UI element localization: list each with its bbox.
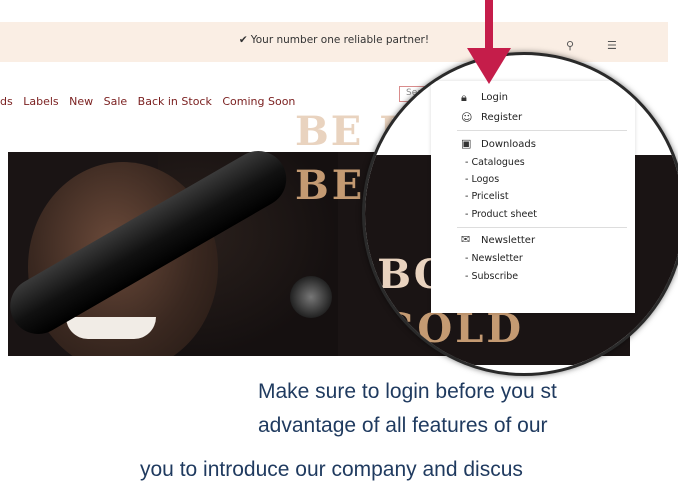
magnifier-lens: BE BO BE GOLD 🔒︎ Login ☺ Register ▣ Down… [362, 52, 678, 376]
hero-smile [66, 317, 156, 339]
main-nav: ds Labels New Sale Back in Stock Coming … [0, 95, 302, 108]
nav-item-labels[interactable]: Labels [23, 95, 58, 108]
magnifier-collar [290, 276, 332, 318]
downloads-catalogues[interactable]: - Catalogues [465, 157, 525, 168]
caption-line-3: you to introduce our company and discus [140, 458, 523, 481]
nav-item-ds[interactable]: ds [0, 95, 13, 108]
nav-item-sale[interactable]: Sale [104, 95, 128, 108]
downloads-link[interactable]: Downloads [481, 139, 536, 150]
pointer-arrow-head [467, 48, 511, 84]
downloads-pricelist[interactable]: - Pricelist [465, 191, 509, 202]
lock-icon: 🔒︎ [461, 91, 467, 104]
newsletter-link[interactable]: Newsletter [481, 235, 535, 246]
caption-line-2: advantage of all features of our [258, 414, 548, 437]
account-dropdown: 🔒︎ Login ☺ Register ▣ Downloads - Catalo… [431, 81, 635, 313]
register-link[interactable]: Register [481, 112, 522, 123]
divider [457, 130, 627, 131]
sliders-icon[interactable]: ☰ [607, 39, 617, 52]
downloads-logos[interactable]: - Logos [465, 174, 499, 185]
mail-icon: ✉ [461, 233, 471, 246]
divider [457, 227, 627, 228]
nav-item-new[interactable]: New [69, 95, 93, 108]
user-icon: ☺ [461, 111, 473, 124]
newsletter-subscribe[interactable]: - Subscribe [465, 271, 518, 282]
nav-item-coming-soon[interactable]: Coming Soon [222, 95, 295, 108]
image-icon: ▣ [461, 137, 472, 150]
announcement-bar: ✔ Your number one reliable partner! ⚲ ☰ [0, 22, 668, 62]
pointer-arrow-shaft [485, 0, 493, 52]
downloads-product-sheet[interactable]: - Product sheet [465, 209, 537, 220]
check-icon: ✔ [238, 34, 248, 46]
login-link[interactable]: Login [481, 92, 508, 103]
nav-item-back-in-stock[interactable]: Back in Stock [138, 95, 212, 108]
caption-line-1: Make sure to login before you st [258, 380, 557, 403]
user-icon[interactable]: ⚲ [566, 39, 574, 52]
newsletter-newsletter[interactable]: - Newsletter [465, 253, 523, 264]
